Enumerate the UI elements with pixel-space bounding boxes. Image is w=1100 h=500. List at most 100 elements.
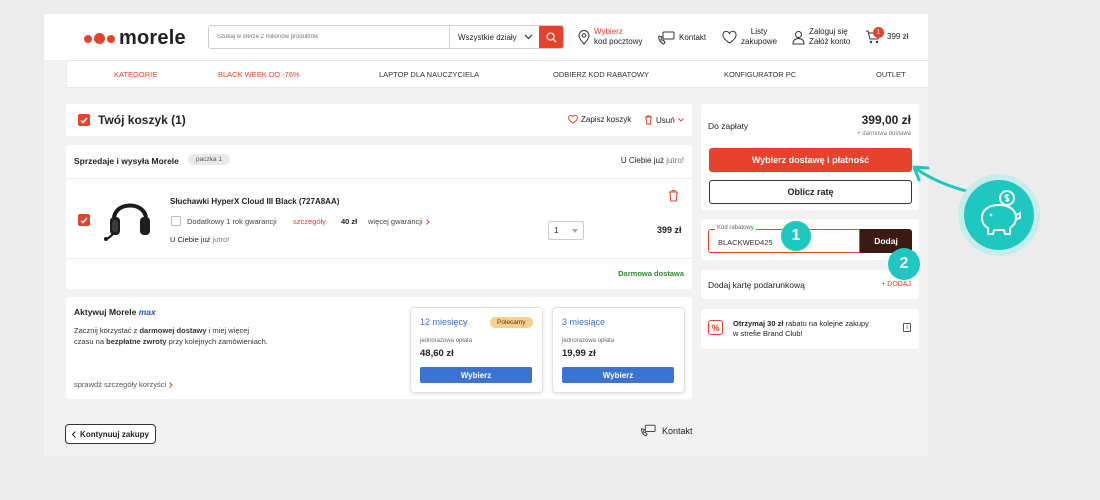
search-bar: Wszystkie działy [208,25,564,49]
chevron-right-icon [425,218,430,225]
gift-card-label: Dodaj kartę podarunkową [708,280,805,290]
plan-3-months[interactable]: 3 miesiące jednorazowa opłata 19,99 zł W… [552,307,685,393]
gift-card-add-link[interactable]: + DODAJ [881,281,911,288]
select-all-checkbox[interactable] [78,114,90,126]
cart-total: 399 zł [887,32,909,41]
login-line-1: Zaloguj się [809,27,848,36]
divider [66,178,692,179]
step-2-marker: 2 [888,248,920,280]
nav-categories[interactable]: KATEGORIE [114,70,157,79]
location-pin-icon [578,29,590,45]
shopping-lists-link[interactable]: Listy zakupowe [722,27,777,47]
nav-teacher-laptop[interactable]: LAPTOP DLA NAUCZYCIELA [379,70,479,79]
more-warranty-link[interactable]: więcej gwarancji [368,217,430,226]
heart-icon [722,30,737,44]
lists-line-2: zakupowe [741,37,778,46]
product-name[interactable]: Słuchawki HyperX Cloud III Black (727A8A… [170,197,339,206]
logo-text: morele [119,27,186,49]
nav-pc-configurator[interactable]: KONFIGURATOR PC [724,70,796,79]
search-button[interactable] [539,26,563,48]
footer-contact-link[interactable]: Kontakt [640,424,693,437]
save-cart-button[interactable]: Zapisz koszyk [568,115,631,124]
search-input[interactable] [209,26,449,48]
select-plan-button[interactable]: Wybierz [420,367,532,383]
chevron-down-icon [677,118,684,122]
seller-package-card: Sprzedaje i wysyła Morele paczka 1 U Cie… [66,145,692,289]
remove-dropdown[interactable]: Usuń [644,115,684,125]
step-1-marker: 1 [781,221,811,251]
quantity-value: 1 [554,226,559,235]
info-icon[interactable]: i [903,323,911,332]
pickup-line-2: kod pocztowy [594,37,643,46]
quantity-select[interactable]: 1 [548,221,584,240]
package-delivery-time: U Ciebie już jutro! [620,156,684,165]
main-nav: KATEGORIE BLACK WEEK DO -76% LAPTOP DLA … [66,60,928,88]
plan-note: jednorazowa opłata [562,338,615,344]
department-label: Wszystkie działy [458,32,517,42]
plan-12-months[interactable]: 12 miesięcy Polecamy jednorazowa opłata … [410,307,543,393]
rebate-text: Otrzymaj 30 zł rabatu na kolejne zakupy … [733,319,869,338]
cart-header: Twój koszyk (1) Zapisz koszyk Usuń [66,104,692,136]
chat-icon [641,424,656,437]
plan-price: 48,60 zł [420,348,454,359]
warranty-details-link[interactable]: szczegóły [293,217,326,226]
nav-outlet[interactable]: OUTLET [876,70,906,79]
heart-icon [568,115,578,124]
trash-icon [645,115,652,125]
warranty-label: Dodatkowy 1 rok gwarancji [187,217,277,226]
warranty-price: 40 zł [341,217,358,226]
warranty-checkbox[interactable] [171,216,181,226]
piggy-bank-badge-inner [964,180,1034,250]
plan-price: 19,99 zł [562,348,596,359]
login-line-2: Załóż konto [809,37,851,46]
header-contact-link[interactable]: Kontakt [657,31,706,45]
item-delivery-time: U Ciebie już jutro! [170,235,230,244]
nav-discount-code[interactable]: ODBIERZ KOD RABATOWY [553,70,649,79]
search-icon [545,31,557,43]
select-plan-button[interactable]: Wybierz [562,367,674,383]
account-link[interactable]: Zaloguj się Załóż konto [792,27,850,47]
pickup-line-1: Wybierz [594,27,623,36]
cart-count-badge: 1 [873,27,884,38]
lists-line-1: Listy [750,27,768,36]
cart-title: Twój koszyk (1) [98,113,186,127]
morele-max-card: Aktywuj Morele max Zacznij korzystać z d… [66,297,692,399]
pickup-point-selector[interactable]: Wybierz kod pocztowy [578,27,642,47]
check-icon [80,117,88,124]
product-checkbox[interactable] [78,214,90,226]
plan-period: 12 miesięcy [420,317,468,327]
package-badge: paczka 1 [188,154,231,165]
max-title: Aktywuj Morele max [74,307,156,317]
recommended-badge: Polecamy [490,317,533,328]
cart-link[interactable]: 1 399 zł [865,27,909,44]
coupon-value: BLACKWED425 [718,238,773,247]
plan-period: 3 miesiące [562,317,606,327]
nav-black-week[interactable]: BLACK WEEK DO -76% [218,70,300,79]
department-select[interactable]: Wszystkie działy [449,26,539,48]
save-cart-label: Zapisz koszyk [581,115,632,124]
trash-icon[interactable] [668,189,679,202]
free-delivery-label: Darmowa dostawa [618,269,684,278]
user-icon [792,30,805,44]
piggy-bank-icon [980,190,1021,235]
plan-note: jednorazowa opłata [420,338,473,344]
installment-button[interactable]: Oblicz ratę [709,180,912,204]
max-details-link[interactable]: sprawdź szczegóły korzyści [74,380,173,389]
remove-label: Usuń [656,115,675,125]
chat-icon [658,31,675,45]
morele-logo[interactable]: morele [84,27,186,50]
continue-shopping-button[interactable]: Kontynuuj zakupy [65,424,156,444]
brand-club-promo: % Otrzymaj 30 zł rabatu na kolejne zakup… [701,309,919,349]
check-icon [80,217,88,224]
divider [66,258,692,259]
percent-icon: % [708,320,723,335]
headphones-image[interactable] [102,189,158,245]
gift-card-row[interactable]: Dodaj kartę podarunkową + DODAJ [701,270,919,299]
product-price: 399 zł [657,225,682,235]
max-logo: max [138,307,156,317]
chevron-left-icon [72,430,76,438]
checkout-button[interactable]: Wybierz dostawę i płatność [709,148,912,172]
chevron-right-icon [169,381,173,388]
chevron-down-icon [524,34,533,40]
header-contact-label: Kontakt [679,33,707,42]
